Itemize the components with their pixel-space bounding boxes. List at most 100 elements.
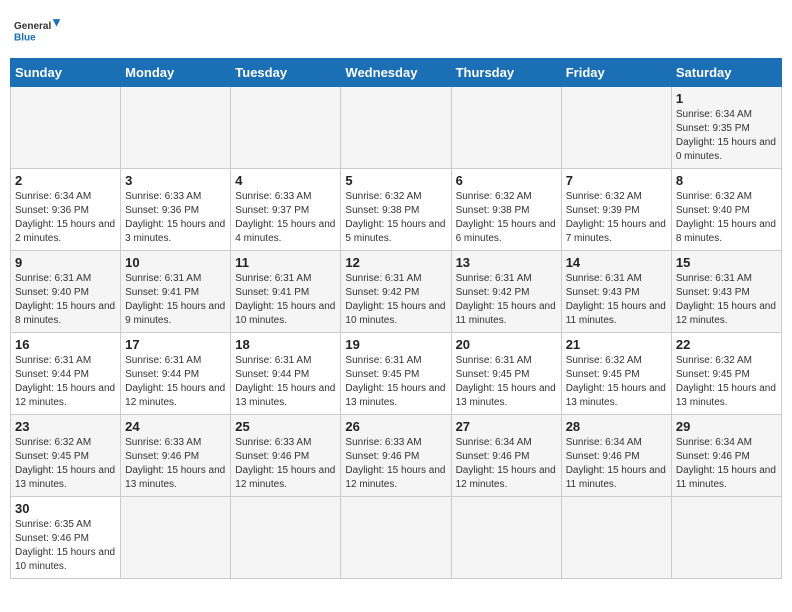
header-sunday: Sunday (11, 59, 121, 87)
day-number: 11 (235, 255, 336, 270)
day-number: 12 (345, 255, 446, 270)
week-row-2: 9 Sunrise: 6:31 AM Sunset: 9:40 PM Daylig… (11, 251, 782, 333)
calendar-cell (341, 87, 451, 169)
day-info: Sunrise: 6:32 AM Sunset: 9:38 PM Dayligh… (456, 190, 557, 246)
day-info: Sunrise: 6:33 AM Sunset: 9:36 PM Dayligh… (125, 190, 226, 246)
day-number: 7 (566, 173, 667, 188)
week-row-4: 23 Sunrise: 6:32 AM Sunset: 9:45 PM Dayli… (11, 415, 782, 497)
header-tuesday: Tuesday (231, 59, 341, 87)
day-number: 10 (125, 255, 226, 270)
calendar-cell: 3Sunrise: 6:33 AM Sunset: 9:36 PM Daylig… (121, 169, 231, 251)
calendar-cell (231, 87, 341, 169)
day-info: Sunrise: 6:33 AM Sunset: 9:37 PM Dayligh… (235, 190, 336, 246)
day-number: 30 (15, 501, 116, 516)
calendar-cell: 24 Sunrise: 6:33 AM Sunset: 9:46 PM Dayli… (121, 415, 231, 497)
day-info: Sunrise: 6:34 AM Sunset: 9:36 PM Dayligh… (15, 190, 116, 246)
day-number: 24 (125, 419, 226, 434)
day-info: Sunrise: 6:31 AM Sunset: 9:45 PM Dayligh… (345, 354, 446, 410)
week-row-0: 1Sunrise: 6:34 AM Sunset: 9:35 PM Daylig… (11, 87, 782, 169)
day-number: 1 (676, 91, 777, 106)
day-info: Sunrise: 6:31 AM Sunset: 9:40 PM Dayligh… (15, 272, 116, 328)
calendar-cell: 12 Sunrise: 6:31 AM Sunset: 9:42 PM Dayli… (341, 251, 451, 333)
generalblue-logo-icon: General Blue (14, 10, 64, 52)
calendar-cell (561, 87, 671, 169)
day-info: Sunrise: 6:31 AM Sunset: 9:45 PM Dayligh… (456, 354, 557, 410)
day-info: Sunrise: 6:32 AM Sunset: 9:45 PM Dayligh… (676, 354, 777, 410)
day-info: Sunrise: 6:31 AM Sunset: 9:44 PM Dayligh… (15, 354, 116, 410)
calendar-cell: 15 Sunrise: 6:31 AM Sunset: 9:43 PM Dayli… (671, 251, 781, 333)
week-row-1: 2 Sunrise: 6:34 AM Sunset: 9:36 PM Daylig… (11, 169, 782, 251)
calendar-cell: 19Sunrise: 6:31 AM Sunset: 9:45 PM Dayli… (341, 333, 451, 415)
day-info: Sunrise: 6:33 AM Sunset: 9:46 PM Dayligh… (345, 436, 446, 492)
calendar-cell: 14 Sunrise: 6:31 AM Sunset: 9:43 PM Dayli… (561, 251, 671, 333)
day-number: 27 (456, 419, 557, 434)
calendar-cell: 6 Sunrise: 6:32 AM Sunset: 9:38 PM Daylig… (451, 169, 561, 251)
day-number: 22 (676, 337, 777, 352)
day-info: Sunrise: 6:31 AM Sunset: 9:44 PM Dayligh… (125, 354, 226, 410)
calendar-cell: 29Sunrise: 6:34 AM Sunset: 9:46 PM Dayli… (671, 415, 781, 497)
day-info: Sunrise: 6:31 AM Sunset: 9:43 PM Dayligh… (676, 272, 777, 328)
day-info: Sunrise: 6:31 AM Sunset: 9:42 PM Dayligh… (456, 272, 557, 328)
calendar-cell: 18Sunrise: 6:31 AM Sunset: 9:44 PM Dayli… (231, 333, 341, 415)
day-info: Sunrise: 6:32 AM Sunset: 9:38 PM Dayligh… (345, 190, 446, 246)
header-saturday: Saturday (671, 59, 781, 87)
day-info: Sunrise: 6:34 AM Sunset: 9:46 PM Dayligh… (676, 436, 777, 492)
calendar-cell (121, 87, 231, 169)
day-info: Sunrise: 6:31 AM Sunset: 9:41 PM Dayligh… (125, 272, 226, 328)
calendar-cell: 22 Sunrise: 6:32 AM Sunset: 9:45 PM Dayli… (671, 333, 781, 415)
day-info: Sunrise: 6:35 AM Sunset: 9:46 PM Dayligh… (15, 518, 116, 574)
header-thursday: Thursday (451, 59, 561, 87)
calendar-cell: 28 Sunrise: 6:34 AM Sunset: 9:46 PM Dayli… (561, 415, 671, 497)
calendar-cell (231, 497, 341, 579)
calendar-cell (451, 87, 561, 169)
calendar-cell (671, 497, 781, 579)
day-number: 23 (15, 419, 116, 434)
day-number: 15 (676, 255, 777, 270)
calendar-cell: 21 Sunrise: 6:32 AM Sunset: 9:45 PM Dayli… (561, 333, 671, 415)
day-info: Sunrise: 6:31 AM Sunset: 9:42 PM Dayligh… (345, 272, 446, 328)
header-friday: Friday (561, 59, 671, 87)
day-info: Sunrise: 6:32 AM Sunset: 9:39 PM Dayligh… (566, 190, 667, 246)
day-number: 26 (345, 419, 446, 434)
day-number: 25 (235, 419, 336, 434)
day-number: 28 (566, 419, 667, 434)
day-info: Sunrise: 6:31 AM Sunset: 9:43 PM Dayligh… (566, 272, 667, 328)
calendar-cell: 2 Sunrise: 6:34 AM Sunset: 9:36 PM Daylig… (11, 169, 121, 251)
day-number: 8 (676, 173, 777, 188)
day-info: Sunrise: 6:33 AM Sunset: 9:46 PM Dayligh… (235, 436, 336, 492)
day-number: 20 (456, 337, 557, 352)
week-row-5: 30 Sunrise: 6:35 AM Sunset: 9:46 PM Dayli… (11, 497, 782, 579)
day-info: Sunrise: 6:32 AM Sunset: 9:45 PM Dayligh… (15, 436, 116, 492)
calendar-cell (341, 497, 451, 579)
calendar-cell: 16Sunrise: 6:31 AM Sunset: 9:44 PM Dayli… (11, 333, 121, 415)
day-info: Sunrise: 6:32 AM Sunset: 9:40 PM Dayligh… (676, 190, 777, 246)
calendar-cell: 27Sunrise: 6:34 AM Sunset: 9:46 PM Dayli… (451, 415, 561, 497)
calendar-cell: 7 Sunrise: 6:32 AM Sunset: 9:39 PM Daylig… (561, 169, 671, 251)
day-number: 9 (15, 255, 116, 270)
svg-text:Blue: Blue (14, 32, 36, 43)
calendar-cell (561, 497, 671, 579)
header-monday: Monday (121, 59, 231, 87)
day-number: 14 (566, 255, 667, 270)
day-number: 17 (125, 337, 226, 352)
calendar-cell: 9 Sunrise: 6:31 AM Sunset: 9:40 PM Daylig… (11, 251, 121, 333)
day-number: 21 (566, 337, 667, 352)
day-info: Sunrise: 6:34 AM Sunset: 9:46 PM Dayligh… (566, 436, 667, 492)
day-info: Sunrise: 6:33 AM Sunset: 9:46 PM Dayligh… (125, 436, 226, 492)
calendar-header-row: SundayMondayTuesdayWednesdayThursdayFrid… (11, 59, 782, 87)
calendar-cell: 11 Sunrise: 6:31 AM Sunset: 9:41 PM Dayli… (231, 251, 341, 333)
day-info: Sunrise: 6:32 AM Sunset: 9:45 PM Dayligh… (566, 354, 667, 410)
day-number: 5 (345, 173, 446, 188)
day-number: 2 (15, 173, 116, 188)
day-info: Sunrise: 6:31 AM Sunset: 9:41 PM Dayligh… (235, 272, 336, 328)
calendar-cell (451, 497, 561, 579)
calendar-cell: 1Sunrise: 6:34 AM Sunset: 9:35 PM Daylig… (671, 87, 781, 169)
calendar-cell: 23 Sunrise: 6:32 AM Sunset: 9:45 PM Dayli… (11, 415, 121, 497)
calendar-cell: 25 Sunrise: 6:33 AM Sunset: 9:46 PM Dayli… (231, 415, 341, 497)
calendar-cell: 10 Sunrise: 6:31 AM Sunset: 9:41 PM Dayli… (121, 251, 231, 333)
day-number: 6 (456, 173, 557, 188)
calendar-cell (121, 497, 231, 579)
header-wednesday: Wednesday (341, 59, 451, 87)
calendar-cell: 20 Sunrise: 6:31 AM Sunset: 9:45 PM Dayli… (451, 333, 561, 415)
calendar-cell: 4Sunrise: 6:33 AM Sunset: 9:37 PM Daylig… (231, 169, 341, 251)
